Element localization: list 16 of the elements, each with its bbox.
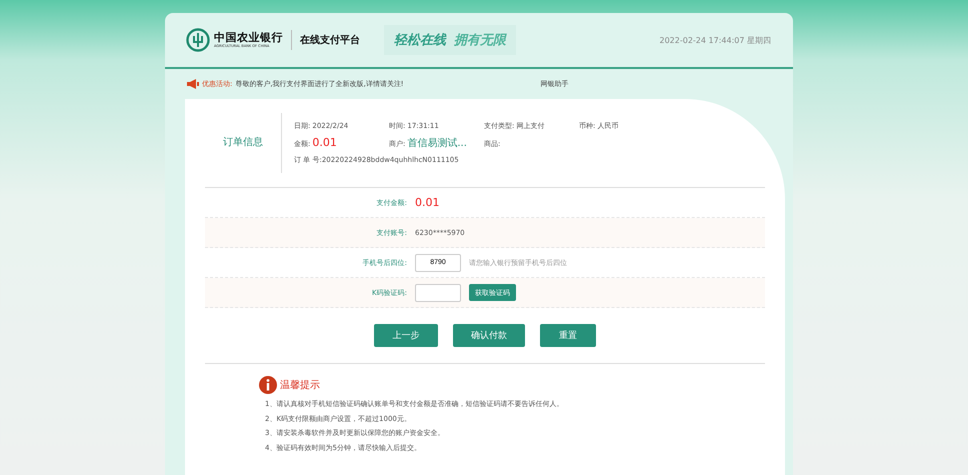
verification-code-field[interactable] xyxy=(415,284,461,302)
action-button[interactable]: 重置 xyxy=(540,324,596,347)
info-icon xyxy=(259,376,277,394)
slogan-banner: 轻松在线 拥有无限 xyxy=(384,25,516,55)
field-value: 0.01 xyxy=(312,136,337,149)
platform-title: 在线支付平台 xyxy=(300,34,360,47)
action-button[interactable]: 上一步 xyxy=(374,324,438,347)
payment-amount: 0.01 xyxy=(415,196,440,209)
order-info-title: 订单信息 xyxy=(205,113,282,173)
field-value: 首信易测试... xyxy=(407,136,467,150)
action-button[interactable]: 确认付款 xyxy=(453,324,525,347)
bank-name: 中国农业银行 xyxy=(214,31,283,44)
date-time: 2022-02-24 17:44:07 星期四 xyxy=(659,34,771,46)
tips-title: 温馨提示 xyxy=(280,378,320,392)
bank-logo-icon xyxy=(186,28,210,52)
megaphone-icon xyxy=(186,78,199,90)
